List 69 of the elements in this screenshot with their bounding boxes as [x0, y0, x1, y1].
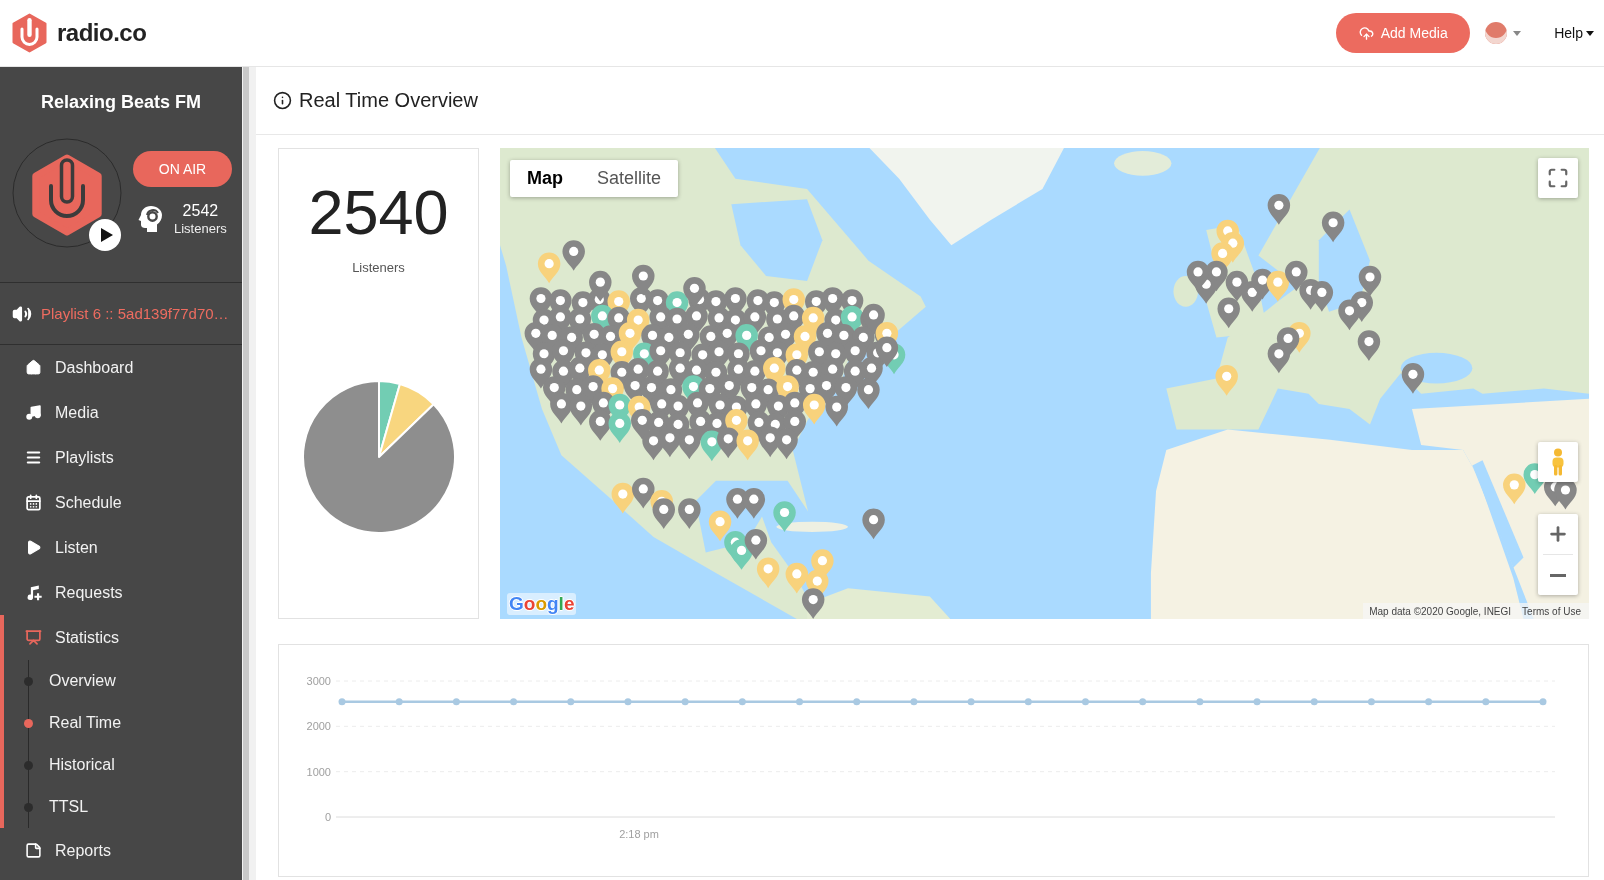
nav-subitem[interactable]: TTSL: [24, 786, 242, 828]
nav-subitem[interactable]: Real Time: [24, 702, 242, 744]
now-playing-text: Playlist 6 :: 5ad139f77d70…: [41, 305, 229, 322]
listener-total-label: Listeners: [352, 260, 405, 276]
data-point: [1253, 698, 1261, 706]
fullscreen-icon: [1547, 167, 1569, 189]
data-point: [1539, 698, 1547, 706]
data-point: [624, 698, 632, 706]
data-point: [681, 698, 689, 706]
data-point: [1082, 698, 1089, 706]
data-point: [1024, 698, 1032, 706]
data-point: [1139, 698, 1147, 706]
nav-subitem[interactable]: Overview: [24, 660, 242, 702]
data-point: [1482, 698, 1490, 706]
map-type-tab[interactable]: Satellite: [580, 160, 679, 197]
y-tick-label: 3000: [306, 675, 331, 687]
nav-item[interactable]: Playlists: [4, 435, 242, 480]
nav-item[interactable]: Requests: [4, 570, 242, 615]
listener-count: 2542: [182, 201, 219, 220]
plus-icon: [1547, 523, 1569, 545]
nav-item[interactable]: Statistics: [4, 615, 242, 660]
nav-item[interactable]: Reports: [4, 828, 242, 873]
brand-name: radio.co: [57, 19, 147, 47]
cloud-upload-icon: [1358, 25, 1374, 41]
caret-icon[interactable]: [1513, 30, 1522, 36]
station-name: Relaxing Beats FM: [40, 91, 201, 114]
map-attribution: Map data ©2020 Google, INEGI: [1369, 605, 1512, 617]
data-point: [1196, 698, 1204, 706]
listener-label: Listeners: [174, 220, 227, 237]
logo-icon: [12, 13, 47, 53]
minus-icon: [1550, 573, 1566, 577]
nav-item[interactable]: Schedule: [4, 480, 242, 525]
time-label: 2:18 pm: [619, 828, 659, 840]
data-point: [910, 698, 918, 706]
nav-item[interactable]: Dashboard: [4, 345, 242, 390]
data-point: [1367, 698, 1375, 706]
y-tick-label: 2000: [306, 720, 331, 733]
person-icon: [1549, 448, 1567, 476]
scrollbar[interactable]: [242, 67, 256, 880]
terms-link[interactable]: Terms of Use: [1522, 605, 1581, 617]
data-point: [796, 698, 803, 706]
help-menu-button[interactable]: Help: [1554, 25, 1594, 41]
listener-total: 2540: [308, 177, 449, 247]
caret-icon: [1586, 30, 1594, 36]
data-point: [853, 698, 861, 706]
data-point: [567, 698, 575, 706]
data-point: [452, 698, 460, 706]
speaker-icon: [12, 303, 32, 324]
play-button[interactable]: [89, 219, 121, 251]
map-type-tab[interactable]: Map: [510, 160, 580, 197]
y-tick-label: 1000: [306, 765, 331, 778]
nav-item[interactable]: Media: [4, 390, 242, 435]
data-point: [338, 698, 346, 706]
page-title: Real Time Overview: [299, 89, 478, 112]
fullscreen-button[interactable]: [1538, 158, 1578, 198]
on-air-badge: ON AIR: [133, 151, 232, 187]
data-point: [738, 698, 746, 706]
data-point: [1310, 698, 1318, 706]
data-point: [395, 698, 403, 706]
y-tick-label: 0: [324, 811, 331, 823]
data-point: [510, 698, 518, 706]
data-point: [967, 698, 975, 706]
nav-item[interactable]: Listen: [4, 525, 242, 570]
play-icon: [100, 228, 113, 242]
nav-subitem[interactable]: Historical: [24, 744, 242, 786]
info-icon: [273, 91, 292, 110]
listener-headphones-icon: [138, 205, 162, 233]
data-point: [1425, 698, 1433, 706]
user-avatar[interactable]: [1485, 22, 1508, 44]
